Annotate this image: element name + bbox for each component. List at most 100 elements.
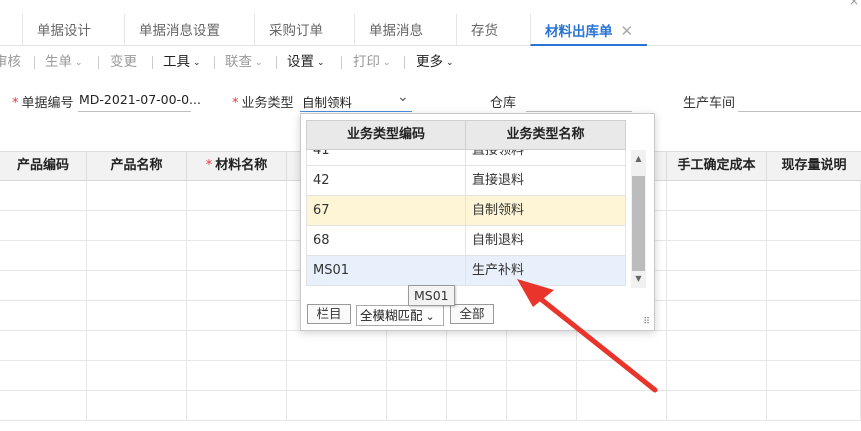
- toolbar-divider: [152, 56, 153, 69]
- table-cell[interactable]: [187, 331, 287, 361]
- dropdown-row-selected[interactable]: 67 自制领料: [306, 196, 626, 226]
- table-cell[interactable]: [767, 331, 861, 361]
- table-cell[interactable]: [767, 361, 861, 391]
- table-cell[interactable]: [0, 391, 87, 421]
- table-cell[interactable]: [767, 391, 861, 421]
- table-row[interactable]: [0, 391, 861, 421]
- column-header[interactable]: 现存量说明: [767, 152, 861, 182]
- table-cell[interactable]: [667, 271, 767, 301]
- table-cell[interactable]: [447, 331, 507, 361]
- toolbar-generate-button[interactable]: 生单 ⌄: [45, 46, 83, 78]
- table-cell[interactable]: [387, 361, 447, 391]
- scroll-up-icon[interactable]: ▲: [631, 152, 646, 166]
- column-settings-button[interactable]: 栏目: [307, 304, 351, 324]
- table-cell[interactable]: [667, 331, 767, 361]
- table-cell[interactable]: [87, 301, 187, 331]
- table-cell[interactable]: [187, 211, 287, 241]
- table-cell[interactable]: [577, 331, 667, 361]
- table-cell[interactable]: [387, 391, 447, 421]
- table-cell[interactable]: [287, 331, 387, 361]
- doc-no-field[interactable]: MD-2021-07-00-0...: [79, 92, 201, 107]
- table-cell[interactable]: [667, 241, 767, 271]
- column-header[interactable]: * 材料名称: [187, 152, 287, 182]
- table-cell[interactable]: [87, 211, 187, 241]
- column-header[interactable]: 手工确定成本: [667, 152, 767, 182]
- table-row[interactable]: [0, 361, 861, 391]
- dropdown-column-header[interactable]: 业务类型编码: [307, 121, 466, 149]
- table-cell[interactable]: [667, 391, 767, 421]
- table-cell[interactable]: [187, 271, 287, 301]
- toolbar-settings-button[interactable]: 设置 ⌄: [287, 46, 325, 78]
- table-cell[interactable]: [87, 331, 187, 361]
- dropdown-row-hover[interactable]: MS01 生产补料: [306, 256, 626, 286]
- table-cell[interactable]: [577, 391, 667, 421]
- tab-document-message-settings[interactable]: 单据消息设置: [124, 14, 234, 46]
- table-cell[interactable]: [0, 361, 87, 391]
- toolbar-change-button[interactable]: 变更: [110, 46, 137, 78]
- table-cell[interactable]: [287, 391, 387, 421]
- table-cell[interactable]: [87, 391, 187, 421]
- toolbar-tools-button[interactable]: 工具 ⌄: [163, 46, 201, 78]
- toolbar-more-button[interactable]: 更多 ⌄: [416, 46, 454, 78]
- table-cell[interactable]: [0, 271, 87, 301]
- dropdown-row[interactable]: 42 直接退料: [306, 166, 626, 196]
- table-cell[interactable]: [387, 331, 447, 361]
- dropdown-column-header[interactable]: 业务类型名称: [466, 121, 625, 149]
- column-header[interactable]: 产品名称: [87, 152, 187, 182]
- table-cell[interactable]: [767, 271, 861, 301]
- table-cell[interactable]: [767, 181, 861, 211]
- table-cell[interactable]: [87, 241, 187, 271]
- table-cell[interactable]: [187, 301, 287, 331]
- table-cell[interactable]: [767, 301, 861, 331]
- table-cell[interactable]: [767, 241, 861, 271]
- table-cell[interactable]: [667, 361, 767, 391]
- show-all-button[interactable]: 全部: [450, 304, 494, 324]
- dropdown-row[interactable]: 41 直接领料: [306, 150, 626, 166]
- match-mode-select[interactable]: 全模糊匹配 ⌄: [356, 305, 444, 326]
- table-cell[interactable]: [767, 211, 861, 241]
- table-cell[interactable]: [667, 211, 767, 241]
- dropdown-scrollbar[interactable]: ▲ ▼: [631, 150, 646, 288]
- table-cell[interactable]: [667, 181, 767, 211]
- table-cell[interactable]: [287, 361, 387, 391]
- table-cell[interactable]: [187, 391, 287, 421]
- table-row[interactable]: [0, 331, 861, 361]
- toolbar-print-button[interactable]: 打印 ⌄: [353, 46, 391, 78]
- table-cell[interactable]: [507, 331, 577, 361]
- table-cell[interactable]: [0, 301, 87, 331]
- table-cell[interactable]: [447, 391, 507, 421]
- warehouse-field[interactable]: [526, 111, 632, 112]
- table-cell[interactable]: [87, 181, 187, 211]
- table-cell[interactable]: [187, 361, 287, 391]
- table-cell[interactable]: [0, 241, 87, 271]
- table-cell[interactable]: [187, 181, 287, 211]
- table-cell[interactable]: [447, 361, 507, 391]
- workshop-field[interactable]: [738, 111, 861, 112]
- toolbar-audit-button[interactable]: 审核: [0, 46, 21, 78]
- toolbar-linked-query-button[interactable]: 联查 ⌄: [225, 46, 263, 78]
- tab-close-icon[interactable]: ✕: [621, 22, 634, 40]
- table-cell[interactable]: [667, 301, 767, 331]
- chevron-down-icon[interactable]: ⌄: [397, 89, 409, 105]
- dropdown-row[interactable]: 68 自制退料: [306, 226, 626, 256]
- tab-document-message[interactable]: 单据消息: [354, 14, 437, 46]
- table-cell[interactable]: [0, 331, 87, 361]
- table-cell[interactable]: [507, 391, 577, 421]
- resize-handle-icon[interactable]: ⠿: [643, 317, 650, 327]
- scrollbar-thumb[interactable]: [632, 176, 645, 271]
- table-cell[interactable]: [0, 211, 87, 241]
- tab-purchase-order[interactable]: 采购订单: [254, 14, 337, 46]
- table-cell[interactable]: [0, 181, 87, 211]
- scroll-down-icon[interactable]: ▼: [631, 272, 646, 286]
- table-cell[interactable]: [577, 361, 667, 391]
- window-close-icon[interactable]: ×: [849, 0, 859, 8]
- table-cell[interactable]: [87, 361, 187, 391]
- table-cell[interactable]: [507, 361, 577, 391]
- column-header[interactable]: 产品编码: [0, 152, 87, 182]
- tab-inventory[interactable]: 存货: [456, 14, 512, 46]
- tab-material-outbound[interactable]: 材料出库单 ✕: [530, 14, 648, 46]
- table-cell[interactable]: [87, 271, 187, 301]
- biz-type-select[interactable]: 自制领料: [302, 92, 352, 111]
- tab-document-design[interactable]: 单据设计: [22, 14, 105, 46]
- table-cell[interactable]: [187, 241, 287, 271]
